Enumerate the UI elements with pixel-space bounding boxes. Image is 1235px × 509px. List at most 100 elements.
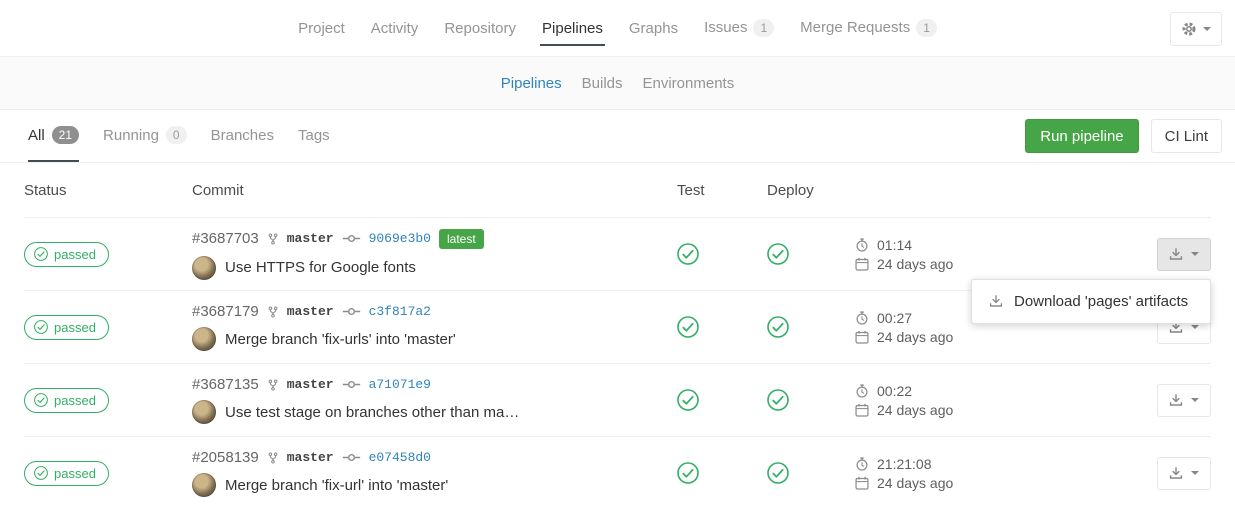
avatar[interactable] xyxy=(192,400,216,424)
avatar[interactable] xyxy=(192,327,216,351)
check-circle-icon xyxy=(677,389,699,411)
status-badge[interactable]: passed xyxy=(24,242,109,267)
test-stage-status-icon[interactable] xyxy=(677,243,762,265)
nav-item-repository[interactable]: Repository xyxy=(442,11,518,46)
commit-sha-link[interactable]: e07458d0 xyxy=(369,450,431,465)
calendar-icon xyxy=(855,257,869,271)
check-circle-icon xyxy=(34,393,48,407)
avatar[interactable] xyxy=(192,473,216,497)
ci-lint-button[interactable]: CI Lint xyxy=(1151,119,1222,153)
check-circle-icon xyxy=(677,316,699,338)
tab-label: Running xyxy=(103,127,159,144)
nav-item-merge-requests[interactable]: Merge Requests 1 xyxy=(798,10,939,46)
check-circle-icon xyxy=(767,462,789,484)
status-badge[interactable]: passed xyxy=(24,315,109,340)
calendar-icon xyxy=(855,476,869,490)
commit-sha-link[interactable]: c3f817a2 xyxy=(369,304,431,319)
check-circle-icon xyxy=(677,243,699,265)
commit-icon xyxy=(342,452,361,463)
column-header-test: Test xyxy=(672,182,762,199)
branch-link[interactable]: master xyxy=(287,450,334,465)
pipeline-duration: 00:27 xyxy=(877,310,912,326)
column-header-deploy: Deploy xyxy=(762,182,850,199)
branch-link[interactable]: master xyxy=(287,377,334,392)
download-icon xyxy=(1169,466,1183,480)
tab-all[interactable]: All 21 xyxy=(28,110,79,162)
tab-label: Branches xyxy=(211,127,274,144)
nav-item-label: Pipelines xyxy=(542,20,603,37)
avatar[interactable] xyxy=(192,256,216,280)
status-label: passed xyxy=(54,466,96,481)
check-circle-icon xyxy=(767,243,789,265)
pipeline-row: passed #3687703 master 9069e3b0 latest U… xyxy=(24,218,1211,291)
commit-message-link[interactable]: Use test stage on branches other than ma… xyxy=(225,404,519,421)
nav-item-label: Repository xyxy=(444,20,516,37)
commit-icon xyxy=(342,233,361,244)
commit-message-link[interactable]: Merge branch 'fix-urls' into 'master' xyxy=(225,331,456,348)
nav-item-label: Issues xyxy=(704,19,747,36)
nav-item-project[interactable]: Project xyxy=(296,11,347,46)
stopwatch-icon xyxy=(855,384,869,398)
artifacts-dropdown-menu: Download 'pages' artifacts xyxy=(971,279,1211,324)
commit-sha-link[interactable]: a71071e9 xyxy=(369,377,431,392)
test-stage-status-icon[interactable] xyxy=(677,389,762,411)
deploy-stage-status-icon[interactable] xyxy=(767,462,850,484)
deploy-stage-status-icon[interactable] xyxy=(767,243,850,265)
issues-count-badge: 1 xyxy=(753,19,774,37)
branch-link[interactable]: master xyxy=(287,304,334,319)
nav-item-activity[interactable]: Activity xyxy=(369,11,421,46)
commit-sha-link[interactable]: 9069e3b0 xyxy=(369,231,431,246)
commit-message-link[interactable]: Merge branch 'fix-url' into 'master' xyxy=(225,477,448,494)
pipelines-subnav: Pipelines Builds Environments xyxy=(0,57,1235,110)
download-artifacts-button[interactable] xyxy=(1157,384,1211,417)
subnav-item-pipelines[interactable]: Pipelines xyxy=(501,75,562,92)
test-stage-status-icon[interactable] xyxy=(677,316,762,338)
check-circle-icon xyxy=(34,466,48,480)
pipeline-duration: 01:14 xyxy=(877,237,912,253)
download-pages-artifacts-item[interactable]: Download 'pages' artifacts xyxy=(972,284,1210,319)
subnav-item-builds[interactable]: Builds xyxy=(582,75,623,92)
stopwatch-icon xyxy=(855,311,869,325)
pipeline-id-link[interactable]: #3687135 xyxy=(192,376,259,393)
nav-item-issues[interactable]: Issues 1 xyxy=(702,10,776,46)
run-pipeline-button[interactable]: Run pipeline xyxy=(1025,119,1138,153)
pipeline-duration: 00:22 xyxy=(877,383,912,399)
pipelines-toolbar: All 21 Running 0 Branches Tags Run pipel… xyxy=(0,110,1235,163)
deploy-stage-status-icon[interactable] xyxy=(767,316,850,338)
commit-icon xyxy=(342,379,361,390)
project-settings-button[interactable] xyxy=(1170,12,1222,46)
nav-item-label: Graphs xyxy=(629,20,678,37)
status-badge[interactable]: passed xyxy=(24,461,109,486)
running-count-badge: 0 xyxy=(166,126,187,144)
branch-icon xyxy=(267,451,279,465)
status-label: passed xyxy=(54,247,96,262)
download-artifacts-button[interactable] xyxy=(1157,238,1211,271)
tab-running[interactable]: Running 0 xyxy=(103,110,187,162)
branch-link[interactable]: master xyxy=(287,231,334,246)
chevron-down-icon xyxy=(1203,27,1211,31)
tab-tags[interactable]: Tags xyxy=(298,110,330,162)
test-stage-status-icon[interactable] xyxy=(677,462,762,484)
status-label: passed xyxy=(54,393,96,408)
nav-item-pipelines[interactable]: Pipelines xyxy=(540,11,605,46)
pipeline-duration: 21:21:08 xyxy=(877,456,932,472)
status-badge[interactable]: passed xyxy=(24,388,109,413)
calendar-icon xyxy=(855,403,869,417)
table-header-row: Status Commit Test Deploy xyxy=(24,163,1211,218)
pipeline-id-link[interactable]: #2058139 xyxy=(192,449,259,466)
commit-message-link[interactable]: Use HTTPS for Google fonts xyxy=(225,259,416,276)
pipelines-table: Status Commit Test Deploy passed #368770… xyxy=(0,163,1235,509)
pipeline-age: 24 days ago xyxy=(877,475,953,491)
pipeline-id-link[interactable]: #3687179 xyxy=(192,303,259,320)
tab-branches[interactable]: Branches xyxy=(211,110,274,162)
subnav-item-environments[interactable]: Environments xyxy=(643,75,735,92)
nav-item-label: Project xyxy=(298,20,345,37)
dropdown-item-label: Download 'pages' artifacts xyxy=(1014,293,1188,310)
deploy-stage-status-icon[interactable] xyxy=(767,389,850,411)
pipeline-id-link[interactable]: #3687703 xyxy=(192,230,259,247)
gear-icon xyxy=(1181,21,1197,37)
status-label: passed xyxy=(54,320,96,335)
nav-item-graphs[interactable]: Graphs xyxy=(627,11,680,46)
download-artifacts-button[interactable] xyxy=(1157,457,1211,490)
check-circle-icon xyxy=(767,316,789,338)
